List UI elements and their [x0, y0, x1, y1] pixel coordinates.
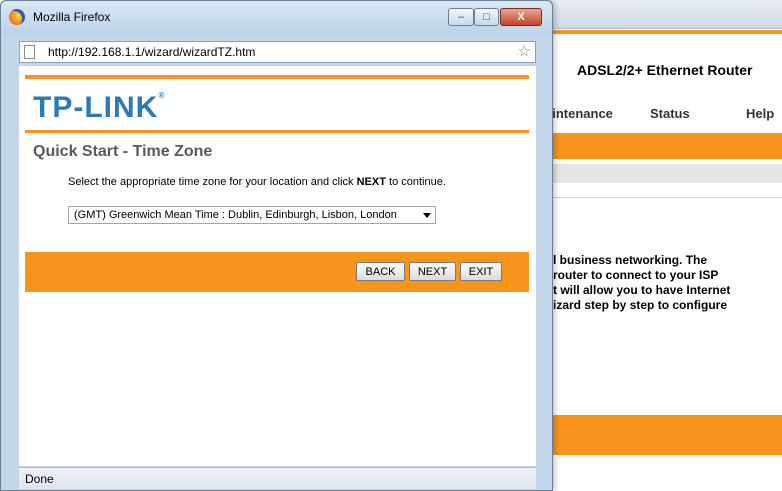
background-orange-band: [545, 133, 782, 159]
page-icon: [24, 45, 35, 59]
close-button[interactable]: X: [500, 8, 542, 26]
tp-link-logo: TP-LINK®: [33, 91, 166, 124]
background-orange-line: [545, 30, 782, 34]
nav-status[interactable]: Status: [650, 106, 690, 121]
next-button[interactable]: NEXT: [409, 262, 456, 281]
header-divider: [25, 130, 529, 133]
address-bar[interactable]: http://192.168.1.1/wizard/wizardTZ.htm ☆: [19, 41, 536, 63]
nav-help[interactable]: Help: [746, 106, 774, 121]
intro-line-1: l business networking. The: [553, 253, 708, 267]
timezone-select[interactable]: (GMT) Greenwich Mean Time : Dublin, Edin…: [68, 206, 436, 224]
background-gray-band: [545, 164, 782, 183]
back-button[interactable]: BACK: [356, 262, 405, 281]
bookmark-star-icon[interactable]: ☆: [518, 42, 531, 60]
exit-button[interactable]: EXIT: [460, 262, 502, 281]
minimize-button[interactable]: –: [448, 8, 474, 26]
wizard-content: TP-LINK® Quick Start - Time Zone Select …: [19, 66, 536, 466]
maximize-button[interactable]: □: [474, 8, 499, 26]
status-bar: Done: [19, 467, 536, 489]
title-bar[interactable]: Mozilla Firefox – □ X: [1, 1, 552, 35]
background-divider: [545, 197, 782, 198]
intro-line-3: t will allow you to have Internet: [553, 283, 731, 297]
nav-maintenance[interactable]: aintenance: [545, 106, 613, 121]
header-orange-line: [25, 75, 529, 79]
firefox-popup-window: Mozilla Firefox – □ X http://192.168.1.1…: [0, 0, 553, 491]
chevron-down-icon[interactable]: [423, 213, 431, 218]
page-title: Quick Start - Time Zone: [33, 143, 213, 160]
firefox-icon: [9, 9, 25, 25]
status-text: Done: [25, 472, 54, 486]
timezone-selected-value: (GMT) Greenwich Mean Time : Dublin, Edin…: [74, 209, 397, 221]
product-name: ADSL2/2+ Ethernet Router: [577, 62, 753, 78]
background-bottom-band: [545, 415, 782, 455]
button-bar: BACK NEXT EXIT: [25, 252, 529, 292]
window-title: Mozilla Firefox: [33, 10, 111, 24]
url-text[interactable]: http://192.168.1.1/wizard/wizardTZ.htm: [48, 45, 255, 59]
intro-line-2: router to connect to your ISP: [553, 268, 719, 282]
instruction-text: Select the appropriate time zone for you…: [68, 176, 446, 188]
background-toolbar: [545, 0, 782, 29]
intro-line-4: izard step by step to configure: [553, 298, 728, 312]
